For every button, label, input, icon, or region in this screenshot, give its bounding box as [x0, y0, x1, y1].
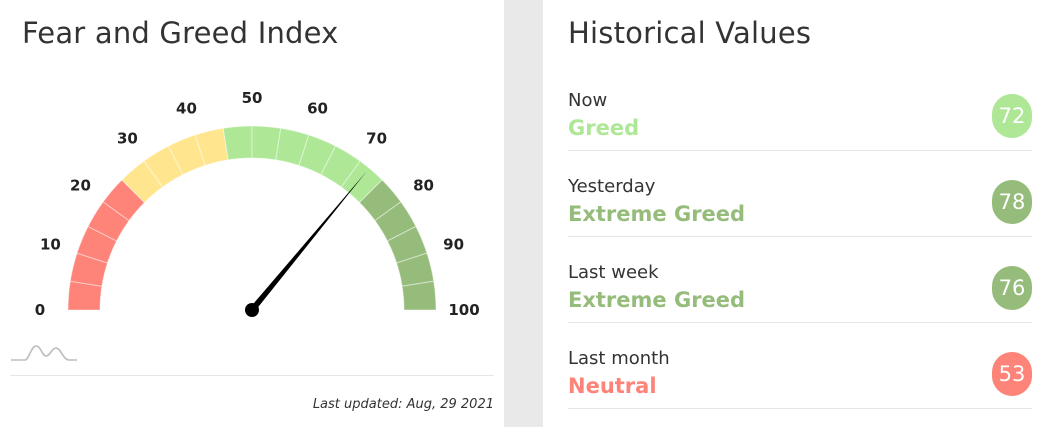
history-value-badge: 72 — [992, 94, 1032, 138]
gauge-segment — [222, 125, 253, 161]
history-value-badge: 76 — [992, 266, 1032, 310]
history-period: Yesterday — [568, 176, 656, 197]
gauge-needle-hub — [245, 303, 259, 317]
divider — [10, 375, 494, 376]
history-period: Last week — [568, 262, 659, 283]
history-value-badge: 78 — [992, 180, 1032, 224]
gauge-needle — [245, 171, 367, 317]
fear-greed-gauge: 0 10 20 30 40 50 60 70 80 90 100 — [35, 89, 480, 319]
gauge-tick-label: 0 — [35, 301, 45, 319]
gauge-tick-label: 30 — [117, 129, 138, 147]
history-status: Neutral — [568, 374, 657, 398]
gauge-tick-label: 80 — [413, 176, 434, 194]
gauge-tick-label: 100 — [448, 301, 479, 319]
history-status: Greed — [568, 116, 640, 140]
trend-chart-icon[interactable] — [9, 340, 79, 364]
history-status: Extreme Greed — [568, 288, 746, 312]
history-status: Extreme Greed — [568, 202, 746, 226]
gauge-tick-label: 10 — [40, 235, 61, 253]
history-period: Last month — [568, 348, 670, 369]
gauge-tick-label: 70 — [366, 129, 387, 147]
history-period: Now — [568, 90, 608, 111]
history-row-last-month: Last month Neutral 53 — [568, 348, 1032, 409]
history-row-yesterday: Yesterday Extreme Greed 78 — [568, 176, 1032, 237]
history-row-now: Now Greed 72 — [568, 90, 1032, 151]
gauge-tick-label: 90 — [443, 235, 464, 253]
historical-values-title: Historical Values — [568, 16, 812, 50]
history-value-badge: 53 — [992, 352, 1032, 396]
gauge-tick-label: 50 — [242, 89, 263, 107]
fear-greed-card: Fear and Greed Index 0 10 20 30 40 50 60 70 80 90… — [0, 0, 504, 427]
gauge-tick-label: 40 — [176, 99, 197, 117]
gauge-tick-label: 20 — [70, 176, 91, 194]
history-row-last-week: Last week Extreme Greed 76 — [568, 262, 1032, 323]
gauge-needle-pointer — [249, 171, 367, 312]
historical-values-card: Historical Values Now Greed 72 Yesterday… — [543, 0, 1049, 427]
last-updated-text: Last updated: Aug, 29 2021 — [312, 397, 494, 412]
gauge-tick-label: 60 — [307, 99, 328, 117]
gauge-segment — [401, 280, 437, 311]
